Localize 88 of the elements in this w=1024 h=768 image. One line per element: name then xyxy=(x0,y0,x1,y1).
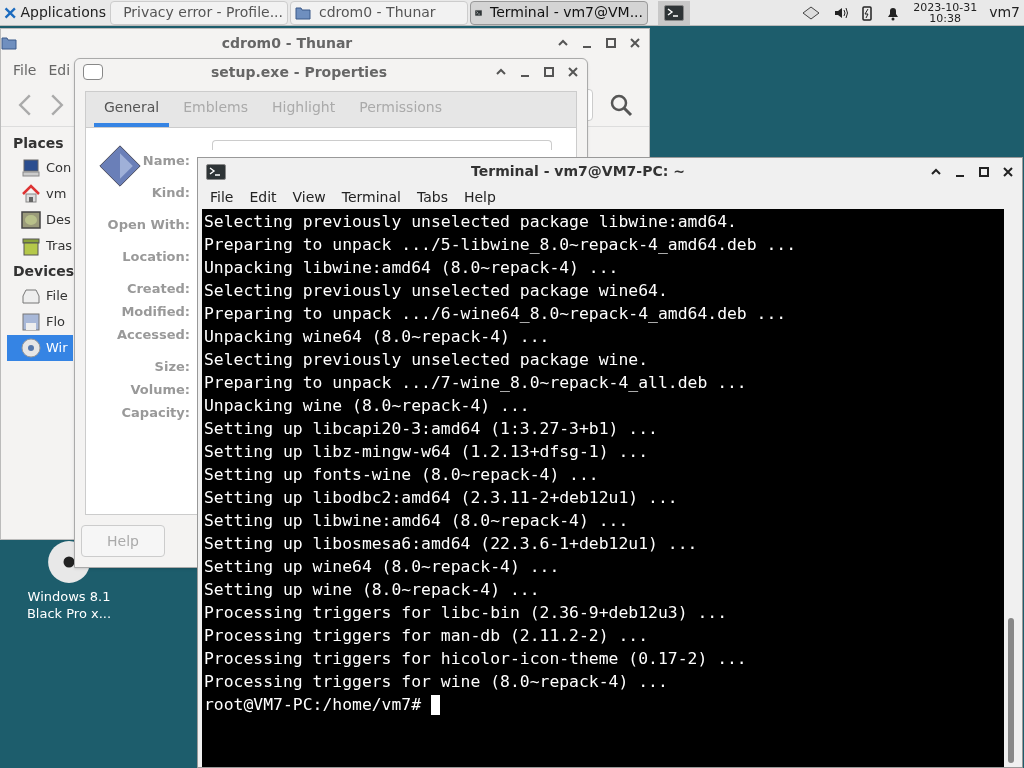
field-label: Name: xyxy=(142,152,190,170)
executable-icon xyxy=(98,144,142,188)
shell-prompt: root@VM7-PC:/home/vm7# xyxy=(204,694,422,716)
text-cursor xyxy=(431,694,441,715)
field-label: Accessed: xyxy=(116,326,190,344)
close-icon[interactable] xyxy=(629,37,641,49)
sidebar-item[interactable]: Con xyxy=(7,155,73,181)
terminal-launcher[interactable] xyxy=(658,0,690,25)
menu-item[interactable]: File xyxy=(13,59,37,81)
output-line: Processing triggers for libc-bin (2.36-9+deb12u3) ... xyxy=(204,602,728,624)
search-icon[interactable] xyxy=(609,92,633,117)
field-label: Modified: xyxy=(121,303,190,321)
sidebar-item[interactable]: File xyxy=(7,283,73,309)
field-label: Location: xyxy=(122,248,190,266)
output-line: Preparing to unpack .../5-libwine_8.0~repack-4_amd64.deb ... xyxy=(204,234,798,256)
output-line: Setting up fonts-wine (8.0~repack-4) ... xyxy=(204,464,600,486)
output-line: Preparing to unpack .../7-wine_8.0~repack-4_all.deb ... xyxy=(204,372,748,394)
output-line: Setting up libosmesa6:amd64 (22.3.6-1+deb12u1) ... xyxy=(204,533,699,555)
window-title: Terminal - vm7@VM7-PC: ~ xyxy=(471,162,685,181)
sidebar-item[interactable]: Flo xyxy=(7,309,73,335)
menu-item[interactable]: Tabs xyxy=(408,186,456,208)
menu-item[interactable]: Help xyxy=(455,186,504,208)
output-line: Processing triggers for wine (8.0~repack-4) ... xyxy=(204,671,669,693)
sidebar-item[interactable]: Wir xyxy=(7,335,73,361)
field-label: Created: xyxy=(126,280,190,298)
user-name[interactable]: vm7 xyxy=(989,2,1020,23)
window-title: cdrom0 - Thunar xyxy=(220,33,354,53)
output-line: Preparing to unpack .../6-wine64_8.0~repack-4_amd64.deb ... xyxy=(204,303,788,325)
output-line: Selecting previously unselected package wine64. xyxy=(204,280,669,302)
sidebar-heading: Devices xyxy=(13,262,75,281)
clock[interactable]: 2023-10-31 10:38 xyxy=(913,1,978,24)
output-line: Setting up libz-mingw-w64 (1.2.13+dfsg-1) ... xyxy=(204,441,650,463)
trash-icon xyxy=(21,236,41,256)
terminal-icon xyxy=(206,163,226,180)
terminal-icon xyxy=(664,4,684,21)
maximize-icon[interactable] xyxy=(543,66,555,78)
desktop-icon-label[interactable]: Windows 8.1 Black Pro x... xyxy=(26,588,112,622)
field-label: Open With: xyxy=(107,216,190,234)
menu-item[interactable]: Terminal xyxy=(333,186,409,208)
taskbar-button[interactable]: cdrom0 - Thunar xyxy=(290,0,468,25)
field-label: Capacity: xyxy=(121,404,190,422)
output-line: Selecting previously unselected package libwine:amd64. xyxy=(204,211,738,233)
maximize-icon[interactable] xyxy=(978,165,990,178)
close-icon[interactable] xyxy=(1002,165,1014,178)
output-line: Unpacking libwine:amd64 (8.0~repack-4) ... xyxy=(204,257,620,279)
output-line: Setting up libcapi20-3:amd64 (1:3.27-3+b1) ... xyxy=(204,418,659,440)
scrollbar-thumb[interactable] xyxy=(1008,618,1014,763)
output-line: Unpacking wine64 (8.0~repack-4) ... xyxy=(204,326,551,348)
maximize-icon[interactable] xyxy=(605,37,617,49)
menu-item[interactable]: Edit xyxy=(241,186,285,208)
time-text: 10:38 xyxy=(929,12,962,24)
sidebar-item[interactable]: vm xyxy=(7,181,73,207)
date-text: 2023-10-31 xyxy=(913,1,978,13)
applications-menu[interactable]: Applications xyxy=(0,0,110,25)
house-icon xyxy=(21,184,41,204)
output-line: Processing triggers for man-db (2.11.2-2) ... xyxy=(204,625,650,647)
floppy-icon xyxy=(21,312,41,332)
window-title: setup.exe - Properties xyxy=(210,62,388,82)
sidebar-item[interactable]: Tras xyxy=(7,233,73,259)
network-icon[interactable] xyxy=(801,4,822,21)
output-line: Setting up libwine:amd64 (8.0~repack-4) ... xyxy=(204,510,630,532)
field-label: Volume: xyxy=(130,381,190,399)
field-label: Kind: xyxy=(151,184,190,202)
sidebar-heading: Places xyxy=(13,134,64,153)
name-field[interactable] xyxy=(212,140,552,150)
output-line: Unpacking wine (8.0~repack-4) ... xyxy=(204,395,531,417)
output-line: Setting up libodbc2:amd64 (2.3.11-2+deb12u1) ... xyxy=(204,487,679,509)
battery-icon[interactable] xyxy=(861,4,874,21)
folder-icon xyxy=(1,35,17,51)
output-line: Selecting previously unselected package wine. xyxy=(204,349,650,371)
computer-icon xyxy=(21,158,41,178)
tab[interactable]: General xyxy=(94,91,170,127)
menu-item[interactable]: View xyxy=(284,186,334,208)
desktop-icon xyxy=(21,210,41,230)
drive-icon xyxy=(21,286,41,306)
output-line: Setting up wine64 (8.0~repack-4) ... xyxy=(204,556,561,578)
folder-icon xyxy=(295,4,311,21)
close-icon[interactable] xyxy=(567,66,579,78)
window-icon xyxy=(83,64,103,80)
output-line: Setting up wine (8.0~repack-4) ... xyxy=(204,579,541,601)
field-label: Size: xyxy=(154,358,190,376)
menu-item[interactable]: File xyxy=(202,186,242,208)
taskbar-button[interactable]: Privacy error - Profile... xyxy=(110,0,288,25)
output-line: Processing triggers for hicolor-icon-theme (0.17-2) ... xyxy=(204,648,748,670)
taskbar-button[interactable]: Terminal - vm7@VM... xyxy=(470,0,648,25)
menu-item[interactable]: Edi xyxy=(48,59,71,81)
sidebar-item[interactable]: Des xyxy=(7,207,73,233)
disc-icon xyxy=(21,338,41,358)
